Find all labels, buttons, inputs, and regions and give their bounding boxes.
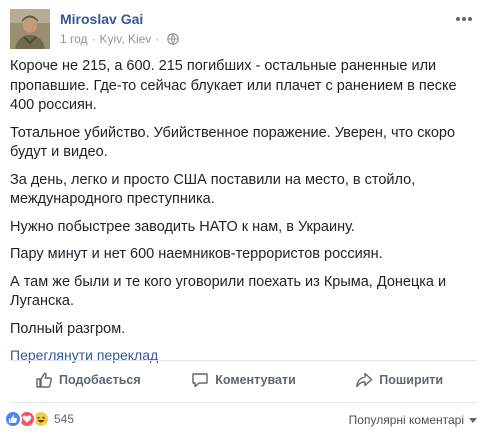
comments-sort-label: Популярні коментарі bbox=[348, 413, 464, 427]
post-time[interactable]: 1 год bbox=[60, 32, 88, 46]
post-paragraph: За день, легко и просто США поставили на… bbox=[10, 171, 416, 208]
post-paragraph: Тотальное убийство. Убийственное поражен… bbox=[10, 124, 456, 161]
post-paragraph: Нужно побыстрее заводить НАТО к нам, в У… bbox=[10, 218, 355, 235]
post-paragraph: Пару минут и нет 600 наемников-террорист… bbox=[10, 246, 383, 262]
post-location[interactable]: Kyiv, Kiev bbox=[100, 32, 152, 46]
author-name[interactable]: Miroslav Gai bbox=[60, 11, 143, 27]
reactions-count[interactable]: 545 bbox=[54, 412, 74, 426]
post-header: Miroslav Gai 1 год · Kyiv, Kiev · bbox=[10, 9, 477, 49]
avatar-image bbox=[10, 9, 50, 49]
post-paragraph: А там же были и те кого уговорили поехат… bbox=[10, 273, 447, 310]
post-body: Короче не 215, а 600. 215 погибших - ост… bbox=[10, 57, 479, 367]
share-button[interactable]: Поширити bbox=[321, 364, 477, 396]
thumbs-up-icon bbox=[36, 372, 52, 388]
reactions-summary[interactable]: 545 bbox=[4, 410, 74, 428]
comment-bubble-icon bbox=[192, 373, 208, 388]
chevron-down-icon bbox=[469, 417, 477, 423]
share-label: Поширити bbox=[379, 373, 444, 387]
comment-button[interactable]: Коментувати bbox=[166, 364, 322, 396]
facebook-post: Miroslav Gai 1 год · Kyiv, Kiev · Короче… bbox=[0, 0, 487, 438]
share-arrow-icon bbox=[356, 372, 373, 388]
post-meta: 1 год · Kyiv, Kiev · bbox=[60, 32, 180, 46]
comments-sort-dropdown[interactable]: Популярні коментарі bbox=[349, 413, 477, 427]
divider-top bbox=[10, 360, 477, 361]
like-reaction-icon bbox=[4, 410, 22, 428]
author-avatar[interactable] bbox=[10, 9, 50, 49]
divider-bottom bbox=[10, 402, 477, 403]
comment-label: Коментувати bbox=[215, 373, 296, 387]
post-actions-bar: Подобається Коментувати Поширити bbox=[10, 364, 477, 396]
globe-icon[interactable] bbox=[167, 33, 180, 45]
meta-separator-2: · bbox=[155, 32, 160, 46]
post-paragraph: Короче не 215, а 600. 215 погибших - ост… bbox=[10, 58, 457, 113]
like-button[interactable]: Подобається bbox=[10, 364, 166, 396]
post-paragraph: Полный разгром. bbox=[10, 320, 126, 337]
see-translation-link[interactable]: Переглянути переклад bbox=[10, 346, 158, 366]
more-options-icon[interactable] bbox=[455, 11, 475, 23]
like-label: Подобається bbox=[59, 373, 141, 387]
meta-separator: · bbox=[91, 32, 96, 46]
